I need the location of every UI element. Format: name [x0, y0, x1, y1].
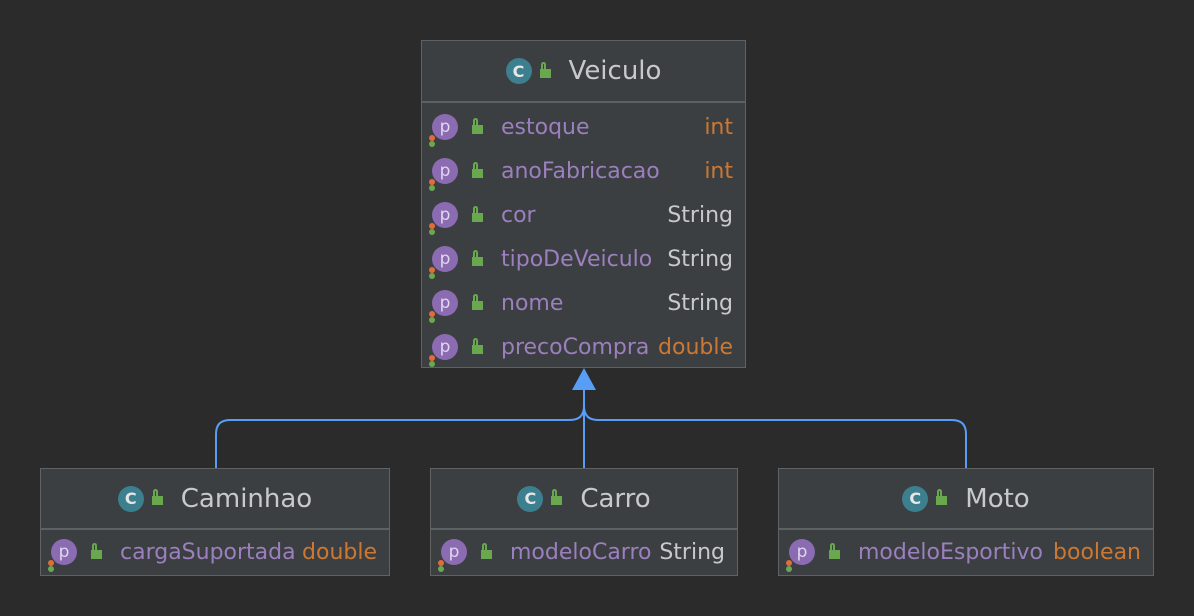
public-lock-icon: [472, 161, 483, 178]
field-type: String: [667, 202, 733, 228]
field-name: cor: [501, 202, 536, 228]
field-type: int: [704, 158, 733, 184]
class-name: Veiculo: [568, 56, 662, 86]
class-icon: C: [517, 485, 544, 512]
field-row[interactable]: p nome String: [422, 281, 745, 325]
class-name: Moto: [965, 483, 1030, 514]
public-lock-icon: [472, 293, 483, 310]
property-icon: p: [786, 539, 815, 566]
field-row[interactable]: p modeloEsportivo boolean: [779, 530, 1153, 574]
field-type: double: [658, 334, 733, 360]
class-header-moto: C Moto: [779, 469, 1153, 530]
class-moto[interactable]: C Moto p modeloEsportivo boolean: [778, 468, 1154, 576]
property-icon: p: [429, 334, 458, 361]
field-row[interactable]: p estoque int: [422, 105, 745, 149]
class-header-carro: C Carro: [431, 469, 737, 530]
class-veiculo[interactable]: C Veiculo p estoque int p anoFabricacao …: [421, 40, 746, 368]
field-row[interactable]: p cargaSuportada double: [41, 530, 389, 574]
public-lock-icon: [551, 489, 563, 505]
inheritance-arrowhead: [572, 368, 596, 390]
connector-caminhao: [215, 390, 585, 468]
public-lock-icon: [151, 489, 163, 505]
property-icon: p: [48, 539, 77, 566]
field-row[interactable]: p modeloCarro String: [431, 530, 737, 574]
class-name: Carro: [580, 483, 651, 514]
public-lock-icon: [829, 542, 840, 559]
abstract-class-icon: C: [505, 58, 532, 84]
field-type: String: [667, 290, 733, 316]
field-type: int: [704, 114, 733, 140]
field-type: double: [302, 539, 377, 565]
field-name: precoCompra: [501, 334, 650, 360]
class-header-caminhao: C Caminhao: [41, 469, 389, 530]
class-header-veiculo: C Veiculo: [422, 41, 745, 103]
public-lock-icon: [472, 117, 483, 134]
field-name: anoFabricacao: [501, 158, 660, 184]
class-icon: C: [117, 485, 144, 512]
public-lock-icon: [472, 249, 483, 266]
field-name: modeloEsportivo: [858, 539, 1044, 565]
public-lock-icon: [472, 205, 483, 222]
public-lock-icon: [936, 489, 948, 505]
field-row[interactable]: p cor String: [422, 193, 745, 237]
public-lock-icon: [91, 542, 102, 559]
property-icon: p: [429, 114, 458, 141]
class-caminhao[interactable]: C Caminhao p cargaSuportada double: [40, 468, 390, 576]
field-name: estoque: [501, 114, 590, 140]
property-icon: p: [429, 290, 458, 317]
field-row[interactable]: p tipoDeVeiculo String: [422, 237, 745, 281]
public-lock-icon: [539, 61, 551, 78]
public-lock-icon: [481, 542, 492, 559]
connector-moto: [583, 390, 967, 468]
property-icon: p: [429, 246, 458, 273]
public-lock-icon: [472, 337, 483, 354]
field-type: boolean: [1053, 539, 1141, 565]
class-icon: C: [902, 485, 929, 512]
property-icon: p: [429, 158, 458, 185]
field-name: nome: [501, 290, 564, 316]
property-icon: p: [438, 539, 467, 566]
field-type: String: [659, 539, 725, 565]
field-type: String: [667, 246, 733, 272]
class-carro[interactable]: C Carro p modeloCarro String: [430, 468, 738, 576]
field-name: modeloCarro: [510, 539, 652, 565]
field-name: tipoDeVeiculo: [501, 246, 653, 272]
property-icon: p: [429, 202, 458, 229]
class-name: Caminhao: [180, 483, 313, 514]
field-name: cargaSuportada: [120, 539, 296, 565]
field-row[interactable]: p anoFabricacao int: [422, 149, 745, 193]
field-row[interactable]: p precoCompra double: [422, 325, 745, 369]
